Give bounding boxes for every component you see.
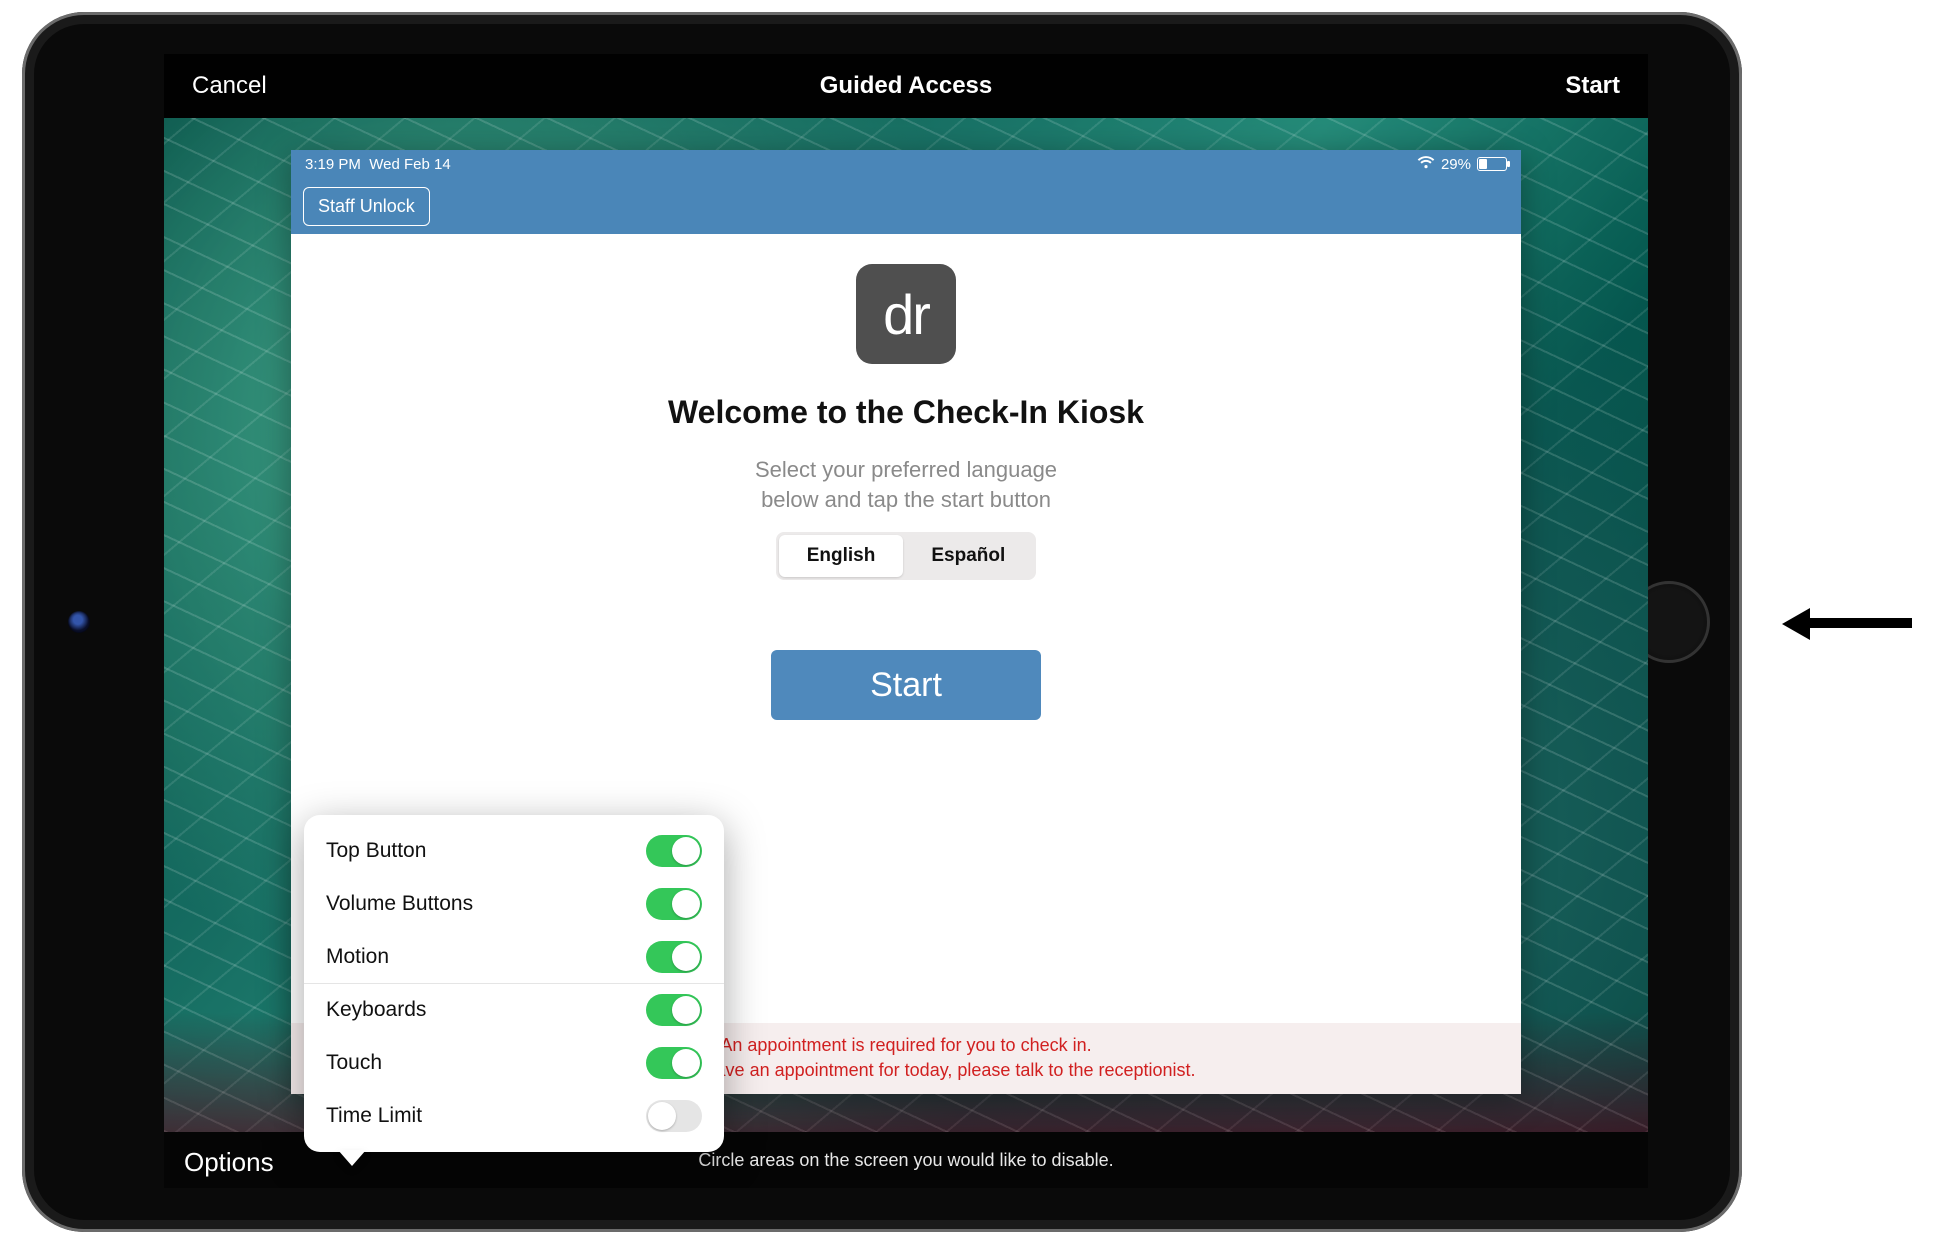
welcome-sub-line2: below and tap the start button	[761, 487, 1051, 512]
option-label: Keyboards	[326, 998, 426, 1022]
option-toggle-volume-buttons[interactable]	[646, 888, 702, 920]
status-date: Wed Feb 14	[369, 156, 450, 173]
start-link[interactable]: Start	[1565, 72, 1620, 100]
status-time: 3:19 PM	[305, 156, 361, 173]
options-button[interactable]: Options	[184, 1147, 274, 1178]
option-label: Motion	[326, 945, 389, 969]
guided-access-topbar: Cancel Guided Access Start	[164, 54, 1648, 118]
option-label: Volume Buttons	[326, 892, 473, 916]
option-toggle-touch[interactable]	[646, 1047, 702, 1079]
screen: Cancel Guided Access Start 3:19 PM Wed F…	[164, 54, 1648, 1188]
option-toggle-time-limit[interactable]	[646, 1100, 702, 1132]
option-row-top-button: Top Button	[304, 825, 724, 877]
options-popover: Top Button Volume Buttons Motion Keyboards T…	[304, 815, 724, 1152]
status-time-date: 3:19 PM Wed Feb 14	[305, 156, 451, 173]
option-label: Top Button	[326, 839, 426, 863]
welcome-title: Welcome to the Check-In Kiosk	[668, 394, 1144, 431]
staff-unlock-button[interactable]: Staff Unlock	[303, 187, 430, 226]
app-status-bar: 3:19 PM Wed Feb 14 29%	[291, 150, 1521, 178]
wifi-icon	[1417, 155, 1435, 173]
guided-access-instruction: Circle areas on the screen you would lik…	[698, 1150, 1113, 1171]
annotation-arrow-icon	[1782, 608, 1912, 636]
option-label: Time Limit	[326, 1104, 422, 1128]
battery-percent: 29%	[1441, 156, 1471, 173]
welcome-subtitle: Select your preferred language below and…	[755, 455, 1057, 514]
app-logo: dr	[856, 264, 956, 364]
guided-access-title: Guided Access	[164, 72, 1648, 100]
kiosk-start-button[interactable]: Start	[771, 650, 1041, 720]
app-header: Staff Unlock	[291, 178, 1521, 234]
language-spanish[interactable]: Español	[903, 535, 1033, 577]
option-label: Touch	[326, 1051, 382, 1075]
option-toggle-keyboards[interactable]	[646, 994, 702, 1026]
option-toggle-motion[interactable]	[646, 941, 702, 973]
option-row-motion: Motion	[304, 930, 724, 983]
battery-icon	[1477, 157, 1507, 171]
ipad-frame: Cancel Guided Access Start 3:19 PM Wed F…	[22, 12, 1742, 1232]
status-right-cluster: 29%	[1417, 155, 1507, 173]
cancel-button[interactable]: Cancel	[192, 72, 267, 100]
option-row-keyboards: Keyboards	[304, 983, 724, 1036]
front-camera	[68, 611, 90, 633]
language-segment[interactable]: English Español	[776, 532, 1037, 580]
option-row-touch: Touch	[304, 1036, 724, 1089]
option-row-time-limit: Time Limit	[304, 1089, 724, 1142]
language-english[interactable]: English	[779, 535, 904, 577]
option-toggle-top-button[interactable]	[646, 835, 702, 867]
welcome-sub-line1: Select your preferred language	[755, 457, 1057, 482]
option-row-volume-buttons: Volume Buttons	[304, 877, 724, 930]
